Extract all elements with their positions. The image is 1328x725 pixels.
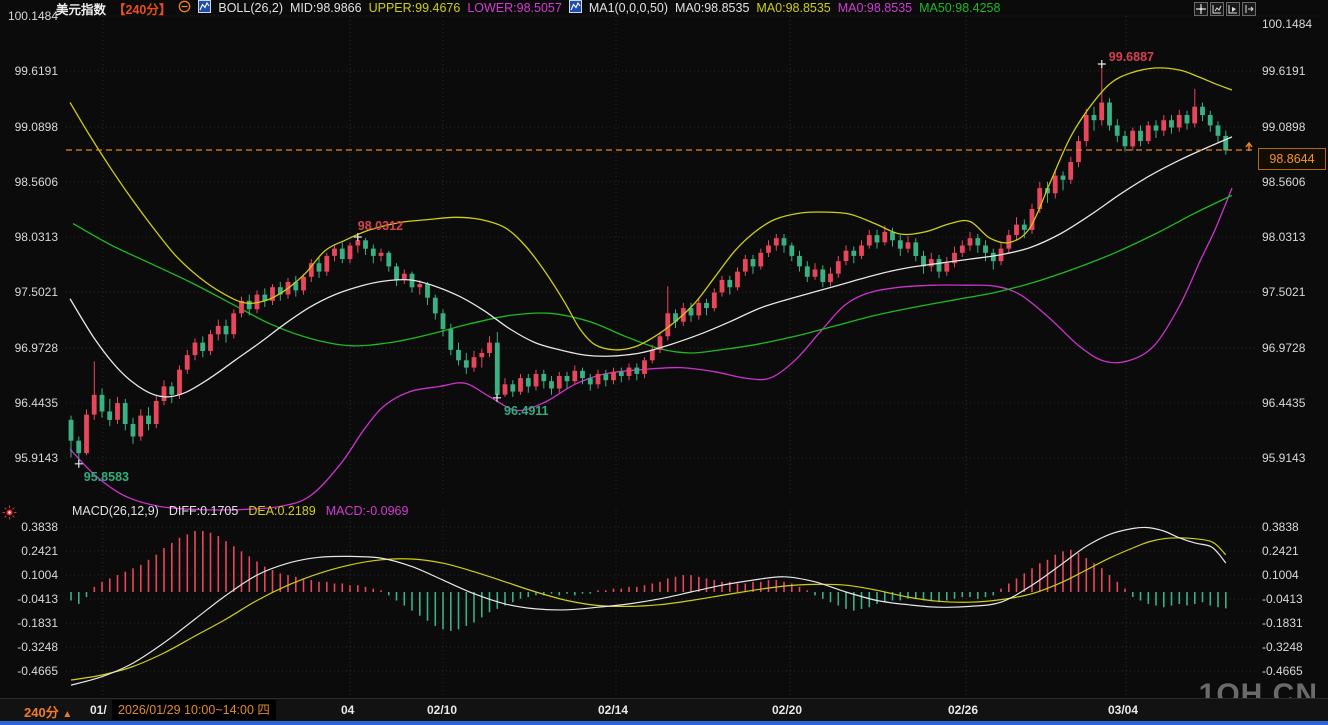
date-label: 03/04 (1108, 703, 1138, 717)
period-selector[interactable]: 240分 ▲ (24, 702, 72, 721)
axis-tick-label: 99.0898 (1262, 120, 1305, 134)
svg-text:95.8583: 95.8583 (84, 470, 129, 484)
bottom-accent-bar (0, 721, 1328, 725)
axis-tick-label: 98.0313 (1262, 230, 1305, 244)
axis-tick-label: 95.9143 (1262, 451, 1305, 465)
axis-tick-label: 99.0898 (0, 120, 58, 134)
axis-tick-label: 0.2421 (1262, 544, 1299, 558)
axis-tick-label: 95.9143 (0, 451, 58, 465)
date-label: 02/14 (598, 703, 628, 717)
ma0-white-value: MA0:98.8535 (675, 1, 749, 15)
date-label: 04 (341, 703, 354, 717)
minus-circle-icon[interactable] (178, 0, 191, 16)
dea-value: DEA:0.2189 (248, 504, 315, 518)
ma50-value: MA50:98.4258 (919, 1, 1000, 15)
chart-axis-icon[interactable] (1210, 2, 1224, 16)
symbol-title: 美元指数 (56, 0, 106, 18)
boll-lower-value: LOWER:98.5057 (467, 1, 562, 15)
axis-tick-label: 97.5021 (0, 285, 58, 299)
date-label: 02/10 (427, 703, 457, 717)
svg-text:98.0312: 98.0312 (358, 219, 403, 233)
ma-group-label: MA1(0,0,0,50) (589, 1, 668, 15)
axis-tick-label: 0.2421 (0, 544, 58, 558)
date-label: 02/20 (772, 703, 802, 717)
axis-tick-label: 96.4435 (1262, 396, 1305, 410)
period-text: 240分 (24, 705, 59, 720)
trading-app: { "header": { "items": [ {"text": "美元指数"… (0, 0, 1328, 725)
axis-tick-label: 96.9728 (1262, 341, 1305, 355)
axis-tick-label: 96.9728 (0, 341, 58, 355)
axis-tick-label: 96.4435 (0, 396, 58, 410)
boll-mid-value: MID:98.9866 (290, 1, 362, 15)
axis-tick-label: -0.1831 (1262, 616, 1303, 630)
axis-tick-label: -0.3248 (1262, 640, 1303, 654)
macd-value: MACD:-0.0969 (326, 504, 409, 518)
boll-upper-value: UPPER:99.4676 (369, 1, 461, 15)
time-axis-bar: 240分 ▲ 01/04 02/10 02/14 02/20 02/26 03/04 20… (0, 698, 1328, 723)
axis-tick-label: 98.0313 (0, 230, 58, 244)
mini-chart-icon[interactable] (569, 0, 582, 16)
chart-toolbar (1194, 2, 1256, 16)
mini-chart-icon[interactable] (198, 0, 211, 16)
axis-tick-label: 100.1484 (0, 9, 58, 23)
svg-text:99.6887: 99.6887 (1109, 50, 1154, 64)
axis-tick-label: 98.5606 (0, 175, 58, 189)
axis-tick-label: -0.0413 (1262, 592, 1303, 606)
axis-tick-label: 0.3838 (1262, 520, 1299, 534)
price-chart-canvas[interactable]: 99.6887 98.0312 96.4911 95.8583 (0, 0, 1328, 725)
axis-tick-label: -0.4665 (0, 664, 58, 678)
date-label: 02/26 (948, 703, 978, 717)
bar-time-tooltip: 2026/01/29 10:00~14:00 四 (112, 700, 276, 720)
indicator-header: 美元指数【240分】 BOLL(26,2) MID:98.9866 UPPER:99.… (56, 0, 1000, 16)
collapse-panel-icon[interactable] (1242, 2, 1256, 16)
crosshair-icon[interactable] (1194, 2, 1208, 16)
period-arrow-icon: ▲ (62, 709, 72, 720)
current-price-tag: 98.8644 (1258, 148, 1326, 170)
ma0-yellow-value: MA0:98.8535 (756, 1, 830, 15)
diff-value: DIFF:0.1705 (169, 504, 238, 518)
chart-flag-icon[interactable] (1226, 2, 1240, 16)
ma0-magenta-value: MA0:98.8535 (838, 1, 912, 15)
macd-panel-icon[interactable] (2, 505, 17, 525)
axis-tick-label: 100.1484 (1262, 17, 1312, 31)
axis-tick-label: 0.1004 (1262, 568, 1299, 582)
axis-tick-label: 99.6191 (0, 64, 58, 78)
axis-tick-label: -0.3248 (0, 640, 58, 654)
axis-tick-label: -0.1831 (0, 616, 58, 630)
axis-tick-label: -0.4665 (1262, 664, 1303, 678)
boll-label: BOLL(26,2) (218, 1, 283, 15)
macd-header: MACD(26,12,9) DIFF:0.1705 DEA:0.2189 MACD:-… (72, 504, 408, 518)
axis-tick-label: 0.1004 (0, 568, 58, 582)
macd-label: MACD(26,12,9) (72, 504, 159, 518)
date-label: 01/ (90, 703, 107, 717)
axis-tick-label: 97.5021 (1262, 285, 1305, 299)
axis-tick-label: 99.6191 (1262, 64, 1305, 78)
axis-tick-label: 98.5606 (1262, 175, 1305, 189)
axis-tick-label: -0.0413 (0, 592, 58, 606)
period-label: 【240分】 (113, 0, 171, 18)
svg-text:96.4911: 96.4911 (504, 404, 549, 418)
